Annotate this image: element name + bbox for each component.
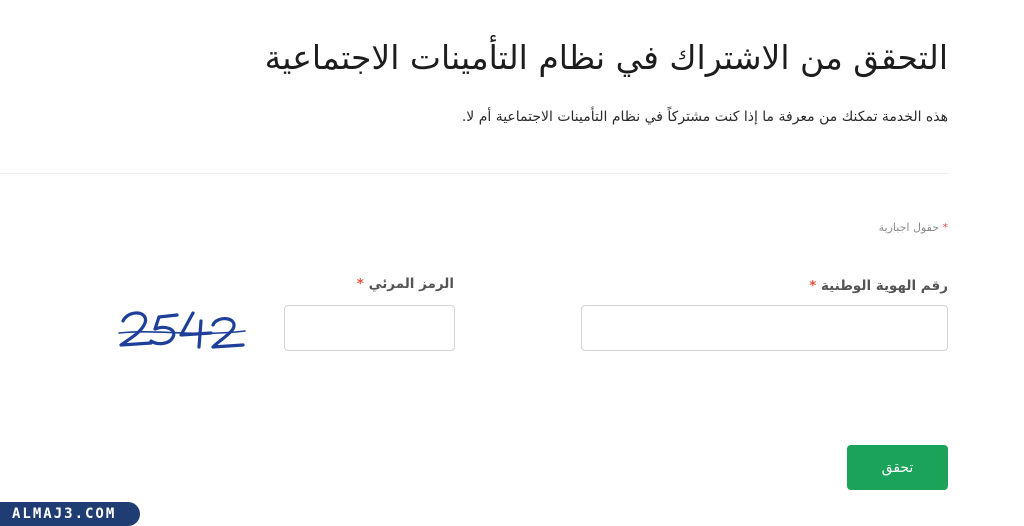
required-marker: * — [942, 221, 949, 234]
required-fields-note: * حقول اجبارية — [879, 221, 948, 234]
national-id-label-text: رقم الهوية الوطنية — [820, 278, 948, 294]
captcha-label: الرمز المرئي * — [357, 276, 454, 292]
captcha-label-text: الرمز المرئي — [368, 276, 454, 292]
required-marker: * — [809, 278, 817, 294]
required-marker: * — [356, 276, 364, 292]
page-title: التحقق من الاشتراك في نظام التأمينات الا… — [264, 38, 948, 77]
national-id-input[interactable] — [581, 305, 948, 351]
page-description: هذه الخدمة تمكنك من معرفة ما إذا كنت مشت… — [461, 109, 948, 125]
required-note-text: حقول اجبارية — [878, 221, 939, 234]
captcha-input[interactable] — [284, 305, 455, 351]
national-id-label: رقم الهوية الوطنية * — [809, 278, 948, 294]
captcha-image — [118, 311, 246, 349]
verify-button[interactable]: تحقق — [847, 445, 948, 490]
divider — [0, 173, 948, 174]
watermark-logo: ALMAJ3.COM — [0, 502, 140, 526]
